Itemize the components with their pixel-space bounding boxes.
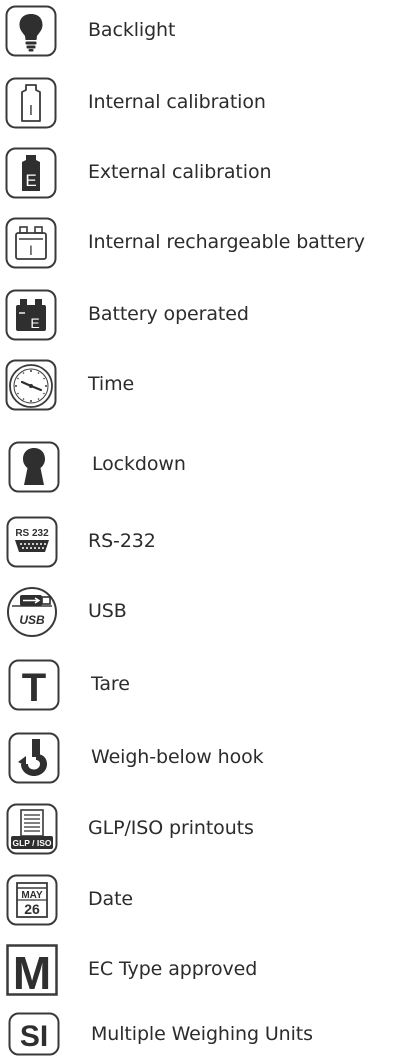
feature-label: Multiple Weighing Units [91, 1023, 313, 1045]
rs232-badge-text: RS 232 [15, 528, 49, 539]
printout-icon: GLP / ISO [6, 803, 58, 855]
feature-label: Time [88, 373, 135, 395]
feature-label: Internal rechargeable battery [88, 231, 365, 253]
feature-label: EC Type approved [88, 958, 258, 980]
feature-row-multiple-weighing-units: SI Multiple Weighing Units [0, 1006, 412, 1062]
tare-icon: T [8, 659, 60, 711]
feature-row-backlight: Backlight [0, 2, 412, 58]
weight-badge-text: I [29, 102, 33, 119]
feature-row-time: Time [0, 356, 412, 412]
feature-row-lockdown: Lockdown [0, 436, 412, 493]
tare-badge-text: T [22, 666, 46, 710]
external-calibration-icon: E [5, 147, 57, 199]
feature-label: RS-232 [88, 530, 156, 552]
glp-badge-text: GLP / ISO [12, 838, 51, 848]
feature-row-tare: T Tare [0, 656, 412, 712]
feature-label: Tare [91, 673, 130, 695]
feature-row-external-calibration: E External calibration [0, 144, 412, 200]
usb-badge-text: USB [19, 613, 45, 627]
feature-label: Date [88, 888, 134, 910]
hook-icon [8, 732, 60, 784]
keyhole-icon [8, 441, 60, 493]
battery-operated-icon: E [5, 289, 57, 341]
battery-badge-text: E [30, 315, 39, 331]
calendar-day-text: 26 [24, 901, 40, 917]
ec-badge-text: M [13, 947, 51, 996]
feature-label: Lockdown [92, 453, 186, 475]
backlight-icon [5, 5, 57, 57]
internal-rechargeable-battery-icon: I [5, 217, 57, 269]
feature-label: Internal calibration [88, 91, 266, 113]
feature-label: Battery operated [88, 303, 249, 325]
usb-icon: USB [6, 586, 58, 638]
feature-row-usb: USB USB [0, 583, 412, 639]
calendar-icon: MAY 26 [6, 874, 58, 926]
weight-badge-text: E [25, 171, 36, 190]
feature-row-date: MAY 26 Date [0, 871, 412, 927]
feature-row-ec-type-approved: M EC Type approved [0, 941, 412, 997]
rs232-port-icon: RS 232 [6, 516, 58, 568]
feature-row-internal-calibration: I Internal calibration [0, 74, 412, 130]
feature-label: Weigh-below hook [91, 746, 264, 768]
battery-badge-text: I [29, 242, 33, 258]
feature-label: GLP/ISO printouts [88, 817, 254, 839]
feature-row-battery-operated: E Battery operated [0, 286, 412, 342]
feature-label: External calibration [88, 161, 272, 183]
feature-label: Backlight [88, 19, 176, 41]
feature-label: USB [88, 600, 127, 622]
feature-row-internal-rechargeable-battery: I Internal rechargeable battery [0, 214, 412, 270]
si-units-icon: SI [8, 1012, 60, 1056]
clock-icon [5, 359, 57, 411]
calendar-month-text: MAY [21, 890, 43, 901]
ec-approval-icon: M [6, 944, 58, 996]
internal-calibration-icon: I [5, 77, 57, 129]
feature-row-weigh-below-hook: Weigh-below hook [0, 729, 412, 785]
si-badge-text: SI [20, 1020, 48, 1053]
feature-row-rs232: RS 232 RS-232 [0, 513, 412, 569]
feature-row-glp-iso: GLP / ISO GLP/ISO printouts [0, 800, 412, 856]
